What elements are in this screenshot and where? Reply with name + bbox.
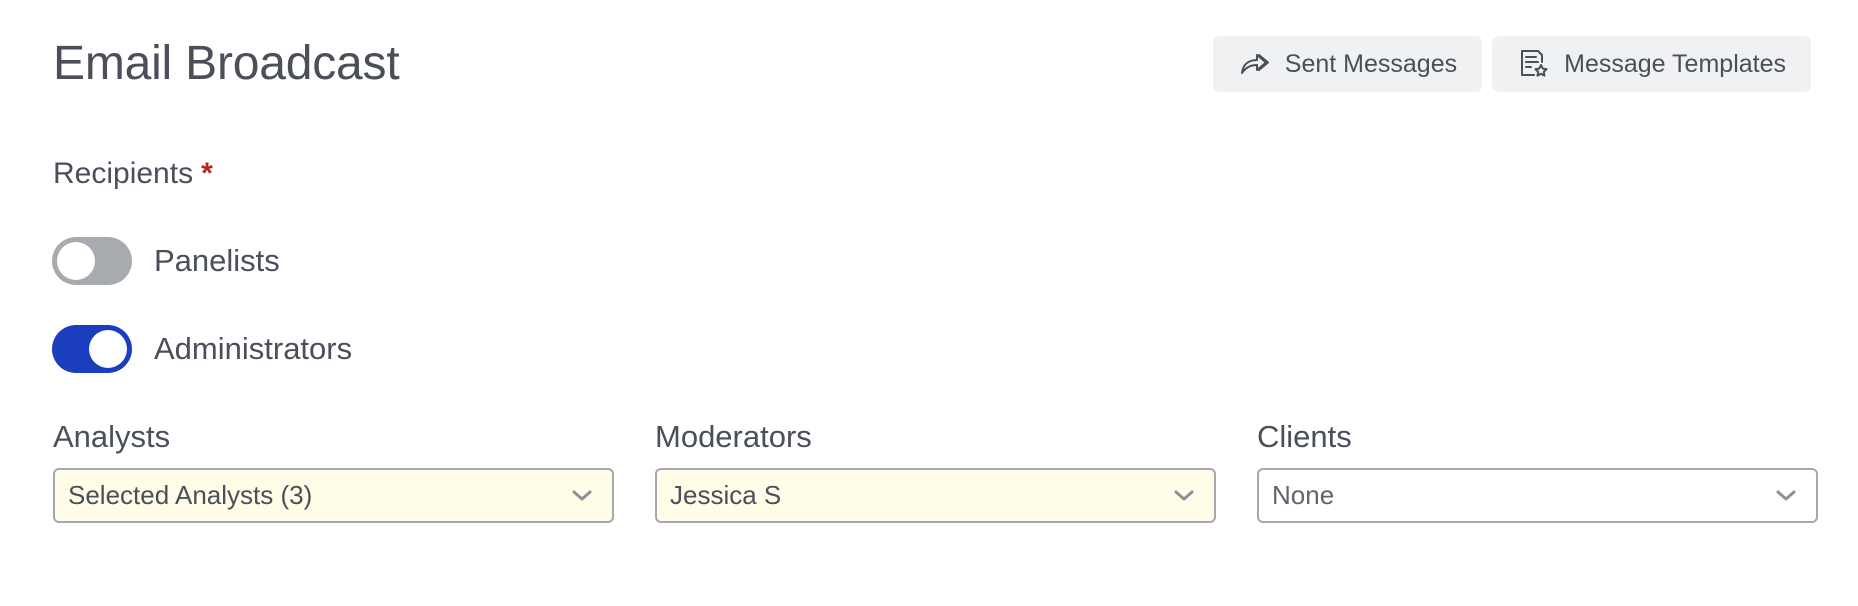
sent-messages-button[interactable]: Sent Messages: [1212, 36, 1483, 92]
panelists-toggle[interactable]: [52, 237, 132, 285]
moderators-field: Moderators Jessica S: [655, 417, 1216, 523]
toggle-knob: [57, 242, 95, 280]
sent-messages-label: Sent Messages: [1284, 49, 1458, 78]
message-templates-button[interactable]: Message Templates: [1492, 36, 1811, 92]
template-star-icon: [1516, 47, 1550, 81]
header-actions: Sent Messages Message Templates: [1212, 36, 1811, 92]
toggle-knob: [89, 330, 127, 368]
analysts-select[interactable]: Selected Analysts (3): [53, 468, 614, 523]
analysts-field: Analysts Selected Analysts (3): [53, 417, 614, 523]
page-title: Email Broadcast: [53, 37, 400, 90]
clients-select[interactable]: None: [1257, 468, 1818, 523]
chevron-down-icon: [1172, 484, 1196, 508]
moderators-select[interactable]: Jessica S: [655, 468, 1216, 523]
chevron-down-icon: [1774, 484, 1798, 508]
clients-field: Clients None: [1257, 417, 1818, 523]
analysts-select-value: Selected Analysts (3): [68, 480, 313, 510]
panelists-toggle-row: Panelists: [52, 237, 280, 285]
message-templates-label: Message Templates: [1564, 49, 1786, 78]
recipients-label: Recipients *: [53, 154, 213, 194]
administrators-toggle-row: Administrators: [52, 325, 352, 373]
email-broadcast-page: Email Broadcast Sent Messages Message Te…: [0, 0, 1858, 606]
moderators-select-value: Jessica S: [670, 480, 782, 510]
clients-select-value: None: [1272, 480, 1335, 510]
moderators-label: Moderators: [655, 419, 812, 454]
analysts-label: Analysts: [53, 419, 171, 454]
clients-label: Clients: [1257, 419, 1352, 454]
recipients-label-text: Recipients: [53, 157, 194, 190]
administrators-toggle[interactable]: [52, 325, 132, 373]
panelists-label: Panelists: [154, 243, 280, 278]
required-marker: *: [201, 157, 213, 190]
chevron-down-icon: [570, 484, 594, 508]
administrators-label: Administrators: [154, 331, 353, 366]
share-forward-icon: [1237, 47, 1271, 81]
